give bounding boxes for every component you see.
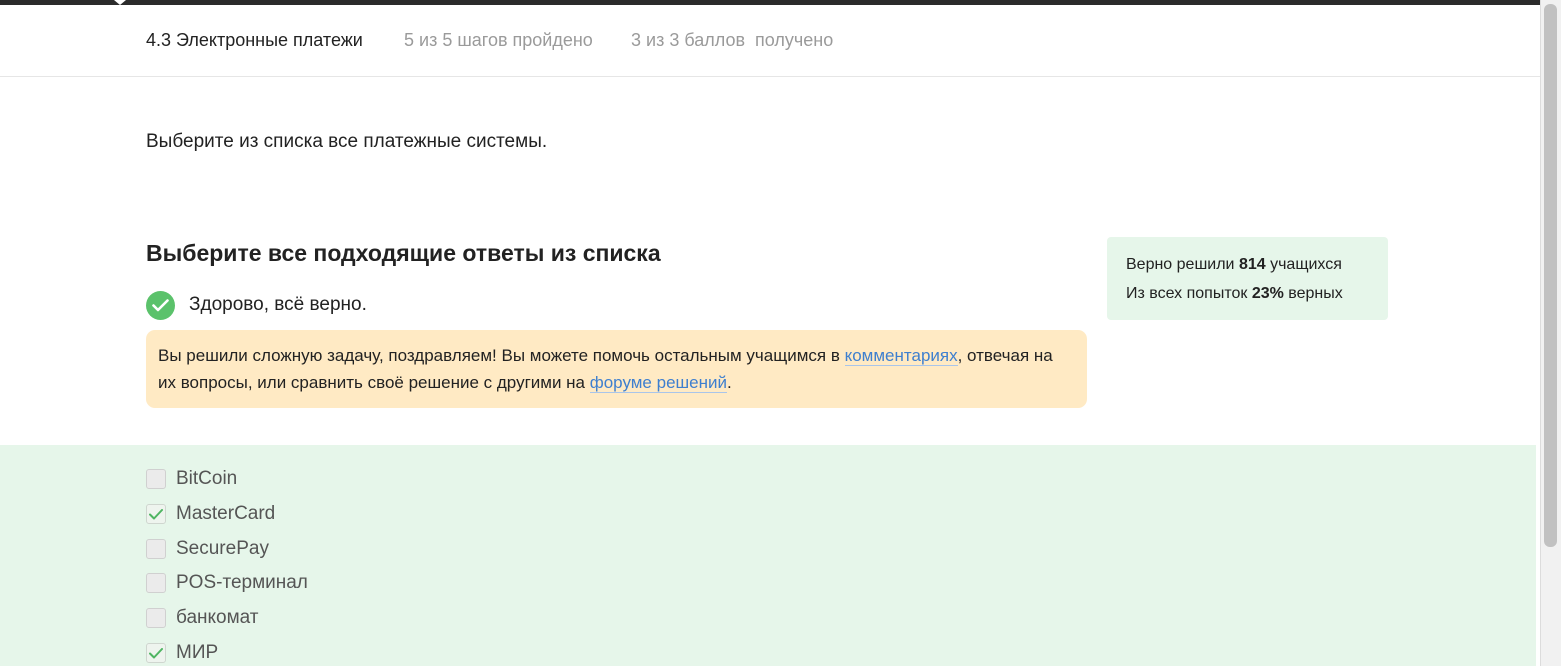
- stats-solved-count: 814: [1238, 256, 1266, 273]
- task-text: Выберите из списка все платежные системы…: [146, 131, 548, 152]
- option-label: BitCoin: [176, 468, 238, 489]
- hint-box: Вы решили сложную задачу, поздравляем! В…: [146, 330, 1087, 408]
- stats-attempts: Из всех попыток 23% верных: [1126, 279, 1369, 308]
- stats-attempts-suffix: верных: [1283, 285, 1343, 302]
- scrollbar-thumb[interactable]: [1544, 4, 1557, 547]
- option-label: банкомат: [176, 607, 259, 628]
- stats-solved: Верно решили 814 учащихся: [1126, 250, 1369, 279]
- checkbox[interactable]: [146, 608, 166, 628]
- lesson-header: 4.3 Электронные платежи 5 из 5 шагов про…: [0, 5, 1540, 77]
- option-item[interactable]: MasterCard: [146, 503, 275, 525]
- stats-attempts-percent: 23%: [1251, 285, 1284, 302]
- lesson-steps-progress: 5 из 5 шагов пройдено: [404, 30, 593, 50]
- lesson-score-progress: 3 из 3 баллов получено: [631, 30, 834, 50]
- checkbox-checked[interactable]: [146, 643, 166, 663]
- check-circle-icon: [146, 290, 175, 320]
- option-label: SecurePay: [176, 538, 269, 559]
- option-item[interactable]: BitCoin: [146, 468, 237, 490]
- stats-solved-prefix: Верно решили: [1126, 256, 1239, 273]
- result-row: Здорово, всё верно.: [146, 290, 367, 320]
- answer-options: BitCoin MasterCard SecurePay POS-термина…: [0, 445, 1536, 666]
- stats-box: Верно решили 814 учащихся Из всех попыто…: [1107, 237, 1388, 320]
- solutions-forum-link[interactable]: форуме решений: [589, 373, 727, 393]
- option-item[interactable]: МИР: [146, 642, 218, 664]
- stats-solved-suffix: учащихся: [1265, 256, 1342, 273]
- option-label: МИР: [176, 642, 219, 663]
- hint-text-1: Вы решили сложную задачу, поздравляем! В…: [158, 346, 845, 365]
- option-item[interactable]: банкомат: [146, 607, 259, 629]
- page: 4.3 Электронные платежи 5 из 5 шагов про…: [0, 0, 1561, 666]
- option-item[interactable]: POS-терминал: [146, 572, 308, 594]
- checkbox[interactable]: [146, 539, 166, 559]
- option-item[interactable]: SecurePay: [146, 538, 269, 560]
- lesson-title[interactable]: 4.3 Электронные платежи: [146, 30, 363, 51]
- checkmark-icon: [149, 508, 163, 519]
- checkbox-checked[interactable]: [146, 504, 166, 524]
- option-label: POS-терминал: [176, 572, 308, 593]
- comments-link[interactable]: комментариях: [844, 346, 958, 366]
- checkbox[interactable]: [146, 573, 166, 593]
- result-message: Здорово, всё верно.: [189, 294, 367, 315]
- checkbox[interactable]: [146, 469, 166, 489]
- option-label: MasterCard: [176, 503, 276, 524]
- hint-text-3: .: [727, 373, 732, 392]
- stats-attempts-prefix: Из всех попыток: [1126, 285, 1252, 302]
- quiz-title: Выберите все подходящие ответы из списка: [146, 240, 661, 266]
- checkmark-icon: [149, 647, 163, 658]
